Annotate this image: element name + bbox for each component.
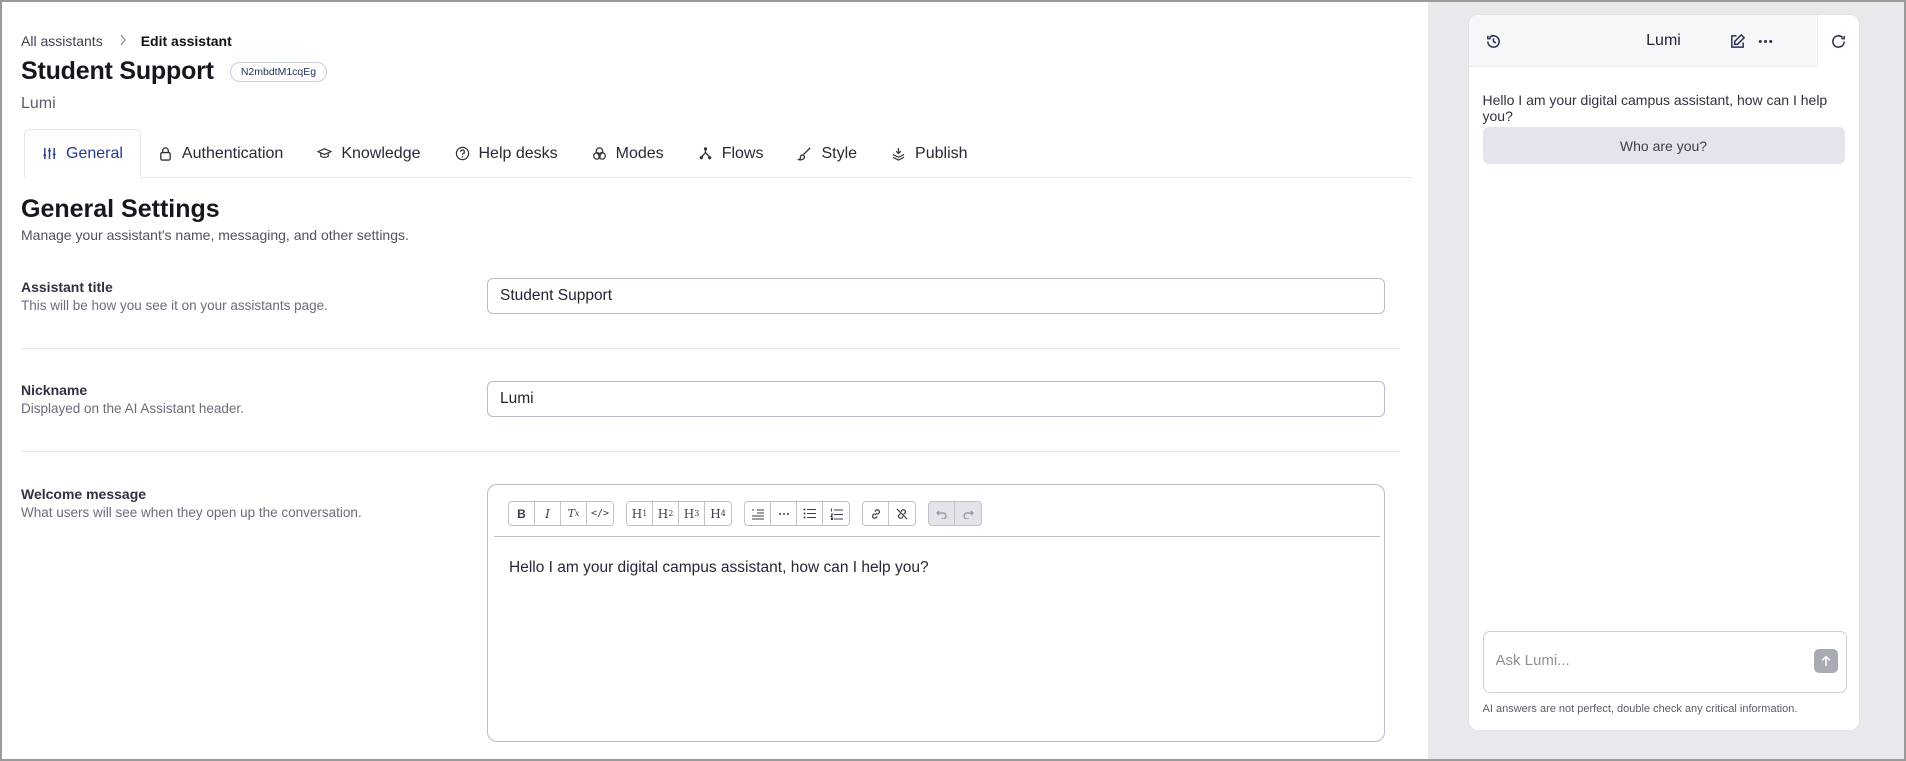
app-frame: All assistants Edit assistant Student Su… [0, 0, 1906, 761]
link-icon[interactable] [863, 502, 889, 525]
tab-publish[interactable]: Publish [874, 129, 984, 178]
tab-general[interactable]: General [24, 129, 141, 178]
welcome-message-editor: B I Tx </> H1 H2 H3 H4 Hello I am your d… [487, 484, 1385, 742]
tab-authentication-label: Authentication [181, 144, 284, 162]
editor-main: All assistants Edit assistant Student Su… [2, 2, 1428, 759]
chat-title: Lumi [1646, 32, 1681, 49]
italic-button[interactable]: I [535, 502, 561, 525]
refresh-button[interactable] [1816, 15, 1859, 67]
bullet-list-icon[interactable] [797, 502, 823, 525]
breadcrumb-all-assistants[interactable]: All assistants [21, 33, 103, 49]
format-group: B I Tx </> [508, 501, 614, 526]
horizontal-rule-icon[interactable] [771, 502, 797, 525]
help-circle-icon [455, 146, 469, 161]
nickname-input[interactable] [487, 381, 1385, 417]
unlink-icon[interactable] [889, 502, 915, 525]
chat-header: Lumi [1468, 15, 1859, 67]
tab-publish-label: Publish [915, 144, 968, 162]
assistant-nickname-subtitle: Lumi [21, 95, 56, 112]
nickname-help: Displayed on the AI Assistant header. [21, 401, 244, 416]
suggestion-chip[interactable]: Who are you? [1482, 127, 1845, 164]
tab-flows[interactable]: Flows [681, 129, 781, 178]
welcome-message-label: Welcome message [21, 486, 147, 502]
lock-icon [160, 147, 171, 161]
divider [21, 451, 1400, 452]
heading-group: H1 H2 H3 H4 [626, 501, 732, 526]
graduation-cap-icon [317, 148, 333, 158]
nickname-label: Nickname [21, 382, 88, 398]
title-row: Student Support N2mbdtM1cqEg [21, 57, 328, 86]
heading-2-button[interactable]: H2 [653, 502, 679, 525]
welcome-message-content[interactable]: Hello I am your digital campus assistant… [509, 559, 929, 577]
refresh-icon [1828, 30, 1850, 52]
toolbar-divider [494, 536, 1380, 537]
clear-format-button[interactable]: Tx [561, 502, 587, 525]
tab-flows-label: Flows [721, 144, 764, 162]
section-description: Manage your assistant's name, messaging,… [21, 227, 409, 243]
assistant-title-label: Assistant title [21, 279, 113, 295]
send-button[interactable] [1813, 649, 1838, 673]
breadcrumb: All assistants Edit assistant [21, 33, 232, 49]
circles-icon [592, 147, 606, 160]
welcome-message-help: What users will see when they open up th… [21, 505, 362, 520]
chat-input[interactable] [1495, 652, 1796, 669]
breadcrumb-current: Edit assistant [140, 33, 232, 49]
ordered-list-icon[interactable] [823, 502, 849, 525]
edit-icon[interactable] [1727, 30, 1749, 52]
tab-help-desks-label: Help desks [478, 144, 558, 162]
assistant-title-help: This will be how you see it on your assi… [21, 298, 328, 313]
bold-button[interactable]: B [509, 502, 535, 525]
section-title: General Settings [21, 195, 220, 223]
tab-style-label: Style [821, 144, 858, 162]
block-group [744, 501, 850, 526]
history-group [928, 501, 982, 526]
tab-knowledge-label: Knowledge [341, 144, 421, 162]
redo-icon[interactable] [955, 502, 981, 525]
page-title: Student Support [21, 57, 214, 85]
settings-tabs: General Authentication Knowledge Help de… [24, 129, 1412, 178]
tab-authentication[interactable]: Authentication [141, 129, 300, 178]
assistant-title-input[interactable] [487, 278, 1385, 314]
flow-icon [699, 147, 711, 160]
assistant-id-badge: N2mbdtM1cqEg [229, 61, 328, 82]
arrow-up-icon [1820, 655, 1831, 666]
chat-input-box [1482, 631, 1847, 693]
more-options-icon[interactable] [1755, 30, 1777, 52]
tab-modes-label: Modes [615, 144, 664, 162]
undo-icon[interactable] [929, 502, 955, 525]
sliders-icon [43, 147, 56, 160]
tab-knowledge[interactable]: Knowledge [300, 129, 437, 178]
blockquote-icon[interactable] [745, 502, 771, 525]
heading-3-button[interactable]: H3 [679, 502, 705, 525]
brush-icon [797, 147, 812, 161]
chat-preview: Lumi Hello I am your digital campus assi… [1467, 14, 1860, 731]
tab-modes[interactable]: Modes [575, 129, 681, 178]
chat-welcome-message: Hello I am your digital campus assistant… [1482, 92, 1828, 124]
stack-icon [892, 147, 905, 161]
link-group [862, 501, 916, 526]
tab-style[interactable]: Style [780, 129, 874, 178]
heading-1-button[interactable]: H1 [627, 502, 653, 525]
tab-help-desks[interactable]: Help desks [438, 129, 575, 178]
tab-general-label: General [66, 144, 123, 162]
divider [21, 348, 1400, 349]
heading-4-button[interactable]: H4 [705, 502, 731, 525]
ai-disclaimer: AI answers are not perfect, double check… [1482, 703, 1798, 715]
code-button[interactable]: </> [587, 502, 613, 525]
breadcrumb-separator [119, 34, 127, 49]
preview-panel: Lumi Hello I am your digital campus assi… [1427, 2, 1904, 759]
editor-toolbar: B I Tx </> H1 H2 H3 H4 [508, 501, 994, 526]
